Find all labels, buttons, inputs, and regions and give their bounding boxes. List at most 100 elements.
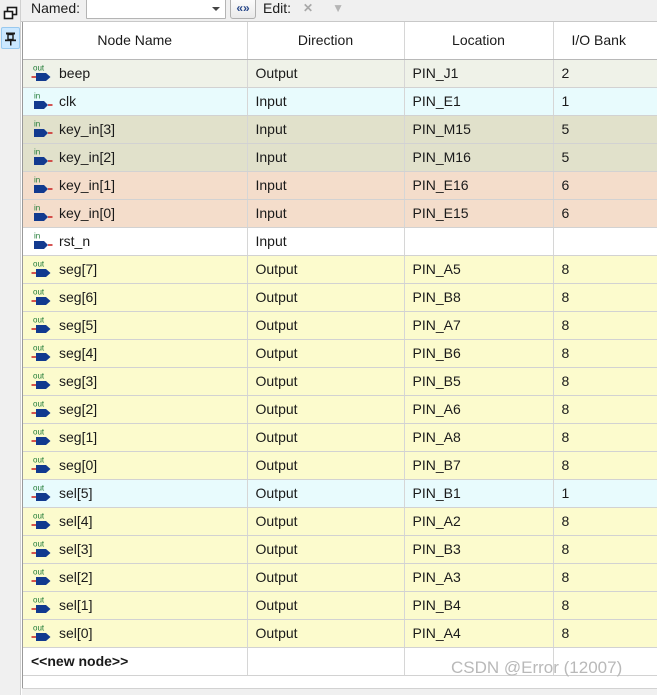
cell-io-bank[interactable]: 6 — [553, 171, 657, 200]
cell-direction[interactable]: Output — [247, 255, 405, 284]
cell-node-name[interactable]: in key_in[1] — [23, 171, 248, 200]
cell-node-name[interactable]: in key_in[2] — [23, 143, 248, 172]
table-row[interactable]: out seg[7] Output PIN_A5 8 — [23, 255, 657, 284]
cell-io-bank[interactable]: 8 — [553, 367, 657, 396]
table-row[interactable]: out sel[2] Output PIN_A3 8 — [23, 563, 657, 592]
cell-direction[interactable]: Input — [247, 171, 405, 200]
table-row[interactable]: out seg[0] Output PIN_B7 8 — [23, 451, 657, 480]
table-row[interactable]: in key_in[2] Input PIN_M16 5 — [23, 143, 657, 172]
node-table-scroll-area[interactable]: Node Name Direction Location I/O Bank ou… — [22, 22, 657, 695]
cell-node-name[interactable]: out seg[2] — [23, 395, 248, 424]
cell-node-name[interactable]: in key_in[0] — [23, 199, 248, 228]
cell-io-bank[interactable]: 8 — [553, 591, 657, 620]
column-header-io-bank[interactable]: I/O Bank — [553, 22, 657, 60]
table-row[interactable]: out seg[6] Output PIN_B8 8 — [23, 283, 657, 312]
column-header-node-name[interactable]: Node Name — [23, 22, 248, 60]
table-row[interactable]: out seg[2] Output PIN_A6 8 — [23, 395, 657, 424]
cell-io-bank[interactable]: 8 — [553, 395, 657, 424]
cell-direction[interactable]: Output — [247, 367, 405, 396]
cell-node-name[interactable]: out seg[3] — [23, 367, 248, 396]
column-header-location[interactable]: Location — [404, 22, 554, 60]
cell-location[interactable]: PIN_A2 — [404, 507, 554, 536]
cell-node-name[interactable]: out seg[1] — [23, 423, 248, 452]
cell-direction[interactable]: Output — [247, 563, 405, 592]
cell-location[interactable]: PIN_J1 — [404, 59, 554, 88]
cell-location[interactable]: PIN_E15 — [404, 199, 554, 228]
cell-location[interactable]: PIN_B4 — [404, 591, 554, 620]
cell-location[interactable]: PIN_B8 — [404, 283, 554, 312]
cell-node-name[interactable]: out seg[5] — [23, 311, 248, 340]
cell-location[interactable]: PIN_A6 — [404, 395, 554, 424]
table-row[interactable]: in key_in[3] Input PIN_M15 5 — [23, 115, 657, 144]
cell-direction[interactable]: Output — [247, 507, 405, 536]
cell-io-bank[interactable]: 5 — [553, 115, 657, 144]
cell-location[interactable]: PIN_A5 — [404, 255, 554, 284]
cell-io-bank[interactable]: 8 — [553, 283, 657, 312]
table-row[interactable]: out seg[5] Output PIN_A7 8 — [23, 311, 657, 340]
table-row[interactable]: in key_in[0] Input PIN_E15 6 — [23, 199, 657, 228]
cell-io-bank[interactable]: 8 — [553, 507, 657, 536]
cell-io-bank[interactable]: 2 — [553, 59, 657, 88]
cell-location[interactable]: PIN_B5 — [404, 367, 554, 396]
cell-node-name[interactable]: out sel[2] — [23, 563, 248, 592]
cell-node-name[interactable]: in clk — [23, 87, 248, 116]
cell-direction[interactable]: Output — [247, 423, 405, 452]
table-row[interactable]: out seg[4] Output PIN_B6 8 — [23, 339, 657, 368]
cell-location[interactable]: PIN_B3 — [404, 535, 554, 564]
cell-location[interactable]: PIN_B1 — [404, 479, 554, 508]
table-row[interactable]: out sel[1] Output PIN_B4 8 — [23, 591, 657, 620]
cell-direction[interactable]: Output — [247, 535, 405, 564]
column-header-direction[interactable]: Direction — [247, 22, 405, 60]
cell-direction[interactable]: Input — [247, 227, 405, 256]
cell-io-bank[interactable]: 8 — [553, 311, 657, 340]
cell-node-name[interactable]: out seg[6] — [23, 283, 248, 312]
restore-window-icon[interactable] — [1, 2, 20, 24]
cell-location[interactable]: PIN_A4 — [404, 619, 554, 648]
cell-location[interactable] — [404, 227, 554, 256]
new-node-location-cell[interactable] — [404, 647, 554, 676]
cell-direction[interactable]: Input — [247, 87, 405, 116]
cell-io-bank[interactable]: 6 — [553, 199, 657, 228]
cell-direction[interactable]: Output — [247, 619, 405, 648]
cell-io-bank[interactable]: 8 — [553, 619, 657, 648]
edit-clear-button[interactable]: ✕ — [295, 0, 322, 19]
cell-node-name[interactable]: out sel[5] — [23, 479, 248, 508]
cell-direction[interactable]: Output — [247, 451, 405, 480]
cell-node-name[interactable]: out sel[0] — [23, 619, 248, 648]
edit-code-button[interactable]: «» — [230, 0, 257, 19]
cell-direction[interactable]: Input — [247, 143, 405, 172]
cell-direction[interactable]: Input — [247, 199, 405, 228]
edit-dropdown-button[interactable]: ▼ — [325, 0, 352, 19]
cell-location[interactable]: PIN_A8 — [404, 423, 554, 452]
cell-node-name[interactable]: out seg[4] — [23, 339, 248, 368]
cell-direction[interactable]: Output — [247, 395, 405, 424]
table-row[interactable]: out sel[3] Output PIN_B3 8 — [23, 535, 657, 564]
cell-direction[interactable]: Output — [247, 339, 405, 368]
cell-node-name[interactable]: out seg[7] — [23, 255, 248, 284]
table-row[interactable]: out beep Output PIN_J1 2 — [23, 59, 657, 88]
cell-direction[interactable]: Input — [247, 115, 405, 144]
cell-io-bank[interactable]: 5 — [553, 143, 657, 172]
cell-node-name[interactable]: in rst_n — [23, 227, 248, 256]
cell-io-bank[interactable]: 8 — [553, 535, 657, 564]
cell-location[interactable]: PIN_M16 — [404, 143, 554, 172]
cell-io-bank[interactable]: 8 — [553, 339, 657, 368]
cell-direction[interactable]: Output — [247, 283, 405, 312]
table-row[interactable]: out seg[3] Output PIN_B5 8 — [23, 367, 657, 396]
cell-node-name[interactable]: out sel[4] — [23, 507, 248, 536]
table-row[interactable]: in rst_n Input — [23, 227, 657, 256]
cell-node-name[interactable]: out sel[3] — [23, 535, 248, 564]
cell-node-name[interactable]: out beep — [23, 59, 248, 88]
new-node-label[interactable]: <<new node>> — [23, 647, 248, 676]
table-row[interactable]: out seg[1] Output PIN_A8 8 — [23, 423, 657, 452]
cell-io-bank[interactable]: 1 — [553, 87, 657, 116]
cell-direction[interactable]: Output — [247, 311, 405, 340]
cell-io-bank[interactable]: 8 — [553, 423, 657, 452]
new-node-bank-cell[interactable] — [553, 647, 657, 676]
cell-direction[interactable]: Output — [247, 479, 405, 508]
new-node-row[interactable]: <<new node>> — [23, 647, 657, 676]
cell-node-name[interactable]: in key_in[3] — [23, 115, 248, 144]
table-row[interactable]: in clk Input PIN_E1 1 — [23, 87, 657, 116]
pin-icon[interactable] — [1, 27, 20, 49]
cell-io-bank[interactable]: 8 — [553, 255, 657, 284]
